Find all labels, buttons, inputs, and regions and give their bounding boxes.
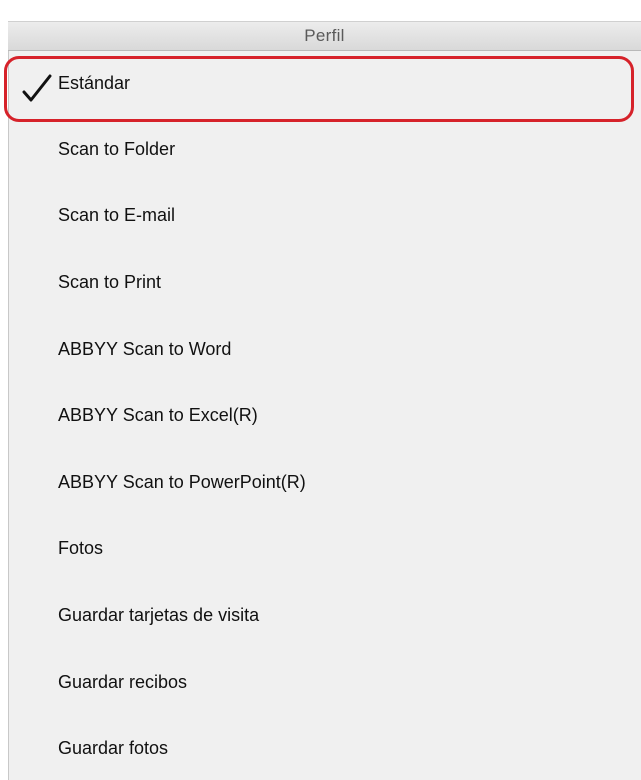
menu-item-guardar-recibos[interactable]: Guardar recibos <box>58 667 187 697</box>
menu-item-abbyy-scan-to-excel[interactable]: ABBYY Scan to Excel(R) <box>58 400 258 430</box>
menu-item-guardar-fotos[interactable]: Guardar fotos <box>58 733 168 763</box>
menu-item-guardar-tarjetas-de-visita[interactable]: Guardar tarjetas de visita <box>58 600 259 630</box>
menu-item-abbyy-scan-to-powerpoint[interactable]: ABBYY Scan to PowerPoint(R) <box>58 467 306 497</box>
menu-item-scan-to-folder[interactable]: Scan to Folder <box>58 134 175 164</box>
menu-item-scan-to-print[interactable]: Scan to Print <box>58 267 161 297</box>
menu-item-scan-to-email[interactable]: Scan to E-mail <box>58 200 175 230</box>
checkmark-icon <box>22 74 52 102</box>
menu-header: Perfil <box>8 21 641 51</box>
menu-item-abbyy-scan-to-word[interactable]: ABBYY Scan to Word <box>58 334 231 364</box>
menu-item-estandar[interactable]: Estándar <box>58 68 130 98</box>
menu-item-fotos[interactable]: Fotos <box>58 533 103 563</box>
